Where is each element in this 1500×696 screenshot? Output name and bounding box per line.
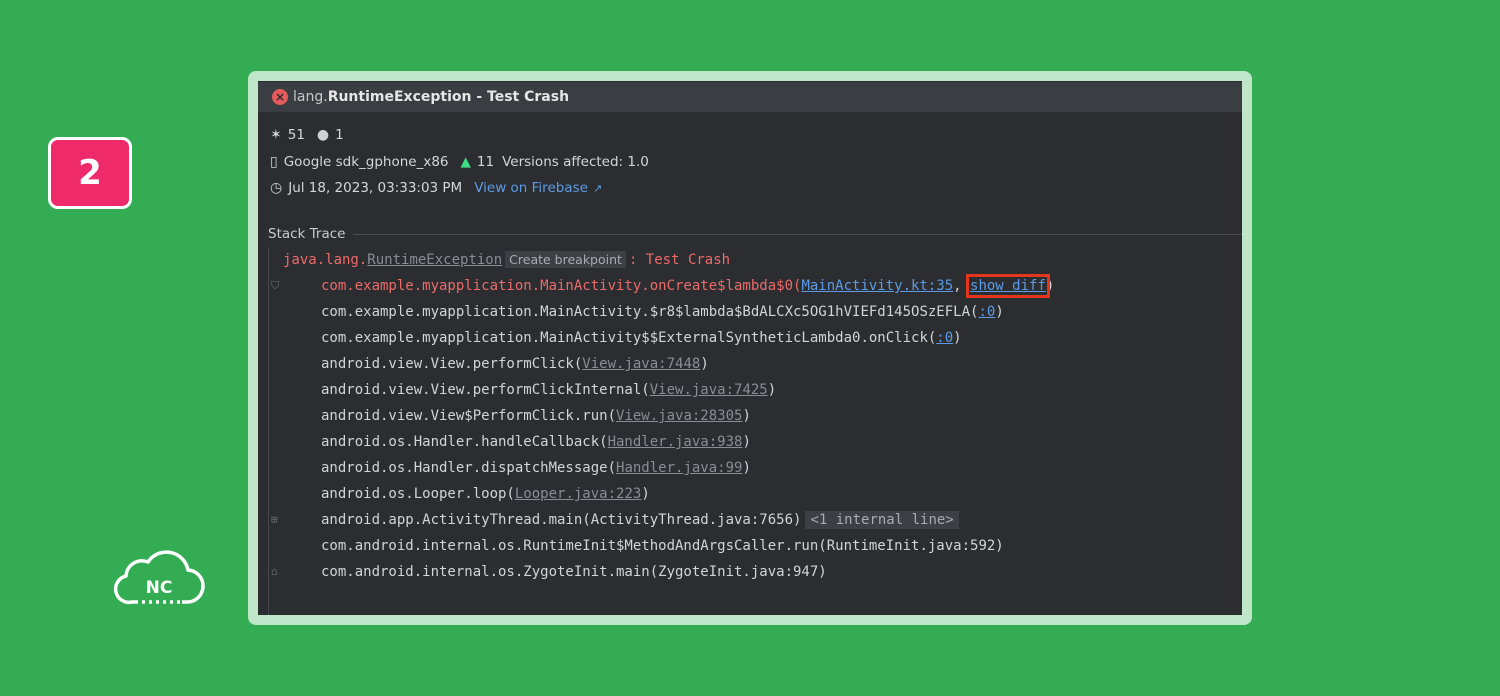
- frame-text: com.example.myapplication.MainActivity.$…: [321, 304, 979, 320]
- clock-icon: ◷: [270, 180, 283, 196]
- user-icon: ●: [316, 127, 330, 143]
- crash-timestamp: Jul 18, 2023, 03:33:03 PM: [288, 180, 463, 196]
- crash-events-icon: ✶: [270, 127, 282, 143]
- stack-frame: android.app.ActivityThread.main(Activity…: [321, 507, 959, 533]
- source-link[interactable]: :0: [978, 304, 995, 320]
- stack-frame: android.view.View.performClick(View.java…: [321, 351, 709, 377]
- frame-suffix: ): [641, 486, 650, 502]
- title-prefix: lang.: [293, 89, 328, 105]
- frame-text: android.app.ActivityThread.main(Activity…: [321, 512, 802, 528]
- frame-text: com.example.myapplication.MainActivity$$…: [321, 330, 937, 346]
- screenshot-frame: × lang. RuntimeException - Test Crash ✶ …: [248, 71, 1252, 625]
- source-link[interactable]: View.java:28305: [616, 408, 742, 424]
- section-title: Stack Trace: [268, 226, 346, 242]
- source-link[interactable]: Looper.java:223: [515, 486, 641, 502]
- crash-title-bar: × lang. RuntimeException - Test Crash: [258, 82, 1242, 112]
- view-on-firebase-link[interactable]: View on Firebase: [474, 180, 588, 196]
- events-count: 51: [287, 127, 305, 143]
- stack-frame: android.view.View$PerformClick.run(View.…: [321, 403, 751, 429]
- frame-text: android.os.Looper.loop(: [321, 486, 515, 502]
- frame-separator: ,: [953, 278, 971, 294]
- exception-message: : Test Crash: [628, 252, 731, 268]
- stack-frame: com.example.myapplication.MainActivity.o…: [321, 273, 1054, 299]
- device-name: Google sdk_gphone_x86: [283, 154, 449, 170]
- frame-suffix: ): [700, 356, 709, 372]
- source-link[interactable]: Handler.java:99: [616, 460, 742, 476]
- section-divider: [353, 233, 1242, 235]
- exception-prefix: java.lang.: [283, 252, 368, 268]
- frame-suffix: ): [742, 434, 751, 450]
- frame-suffix: ): [742, 408, 751, 424]
- stack-frame: com.android.internal.os.ZygoteInit.main(…: [321, 559, 827, 585]
- show-diff-link[interactable]: show diff: [966, 274, 1050, 298]
- source-link[interactable]: View.java:7425: [650, 382, 768, 398]
- frame-text: android.os.Handler.dispatchMessage(: [321, 460, 617, 476]
- stack-frame: android.os.Looper.loop(Looper.java:223): [321, 481, 650, 507]
- source-link[interactable]: View.java:7448: [582, 356, 700, 372]
- frame-text: android.os.Handler.handleCallback(: [321, 434, 608, 450]
- frame-text: com.android.internal.os.ZygoteInit.main(…: [321, 564, 827, 580]
- frame-suffix: ): [953, 330, 962, 346]
- frame-suffix: ): [742, 460, 751, 476]
- frame-suffix: ): [995, 304, 1004, 320]
- android-icon: ▲: [460, 154, 471, 170]
- stack-trace: java.lang.RuntimeException Create breakpo…: [268, 247, 1242, 615]
- stack-frame: com.example.myapplication.MainActivity.$…: [321, 299, 1004, 325]
- versions-affected: Versions affected: 1.0: [502, 154, 649, 170]
- stack-trace-header: Stack Trace: [268, 226, 1242, 242]
- step-number-badge: 2: [48, 137, 132, 209]
- stack-frame: android.os.Handler.handleCallback(Handle…: [321, 429, 751, 455]
- frame-text: com.android.internal.os.RuntimeInit$Meth…: [321, 538, 1004, 554]
- stack-frame: com.android.internal.os.RuntimeInit$Meth…: [321, 533, 1004, 559]
- gutter-icon[interactable]: ⛉: [271, 280, 283, 292]
- stack-frame: android.os.Handler.dispatchMessage(Handl…: [321, 455, 751, 481]
- nc-cloud-logo: NC: [113, 550, 205, 605]
- source-link[interactable]: Handler.java:938: [608, 434, 743, 450]
- internal-lines-fold[interactable]: <1 internal line>: [805, 511, 959, 529]
- create-breakpoint-button[interactable]: Create breakpoint: [505, 251, 626, 268]
- exception-line: java.lang.RuntimeException Create breakpo…: [283, 247, 730, 273]
- device-row: ▯ Google sdk_gphone_x86 ▲ 11 Versions af…: [270, 154, 649, 170]
- frame-text: android.view.View$PerformClick.run(: [321, 408, 617, 424]
- source-link[interactable]: MainActivity.kt:35: [801, 278, 953, 294]
- users-count: 1: [335, 127, 344, 143]
- frame-suffix: ): [767, 382, 777, 398]
- time-row: ◷ Jul 18, 2023, 03:33:03 PM View on Fire…: [270, 180, 602, 196]
- logo-text: NC: [146, 578, 173, 598]
- crash-details-panel: × lang. RuntimeException - Test Crash ✶ …: [258, 81, 1242, 615]
- stats-row: ✶ 51 ● 1: [270, 127, 344, 143]
- phone-icon: ▯: [270, 154, 278, 170]
- source-link[interactable]: :0: [936, 330, 953, 346]
- gutter-icon[interactable]: ⊞: [271, 514, 283, 526]
- error-icon: ×: [272, 89, 288, 105]
- frame-text: android.view.View.performClick(: [321, 356, 583, 372]
- frame-suffix: ): [1045, 278, 1055, 294]
- api-level: 11: [476, 154, 495, 170]
- stack-frame: android.view.View.performClickInternal(V…: [321, 377, 776, 403]
- gutter-icon[interactable]: ⌂: [271, 566, 283, 578]
- stack-frame: com.example.myapplication.MainActivity$$…: [321, 325, 962, 351]
- exception-class-link[interactable]: RuntimeException: [367, 252, 502, 268]
- frame-text: android.view.View.performClickInternal(: [321, 382, 650, 398]
- frame-text: com.example.myapplication.MainActivity.o…: [321, 278, 802, 294]
- crash-title: RuntimeException - Test Crash: [327, 89, 570, 105]
- external-link-icon: ↗: [592, 181, 603, 195]
